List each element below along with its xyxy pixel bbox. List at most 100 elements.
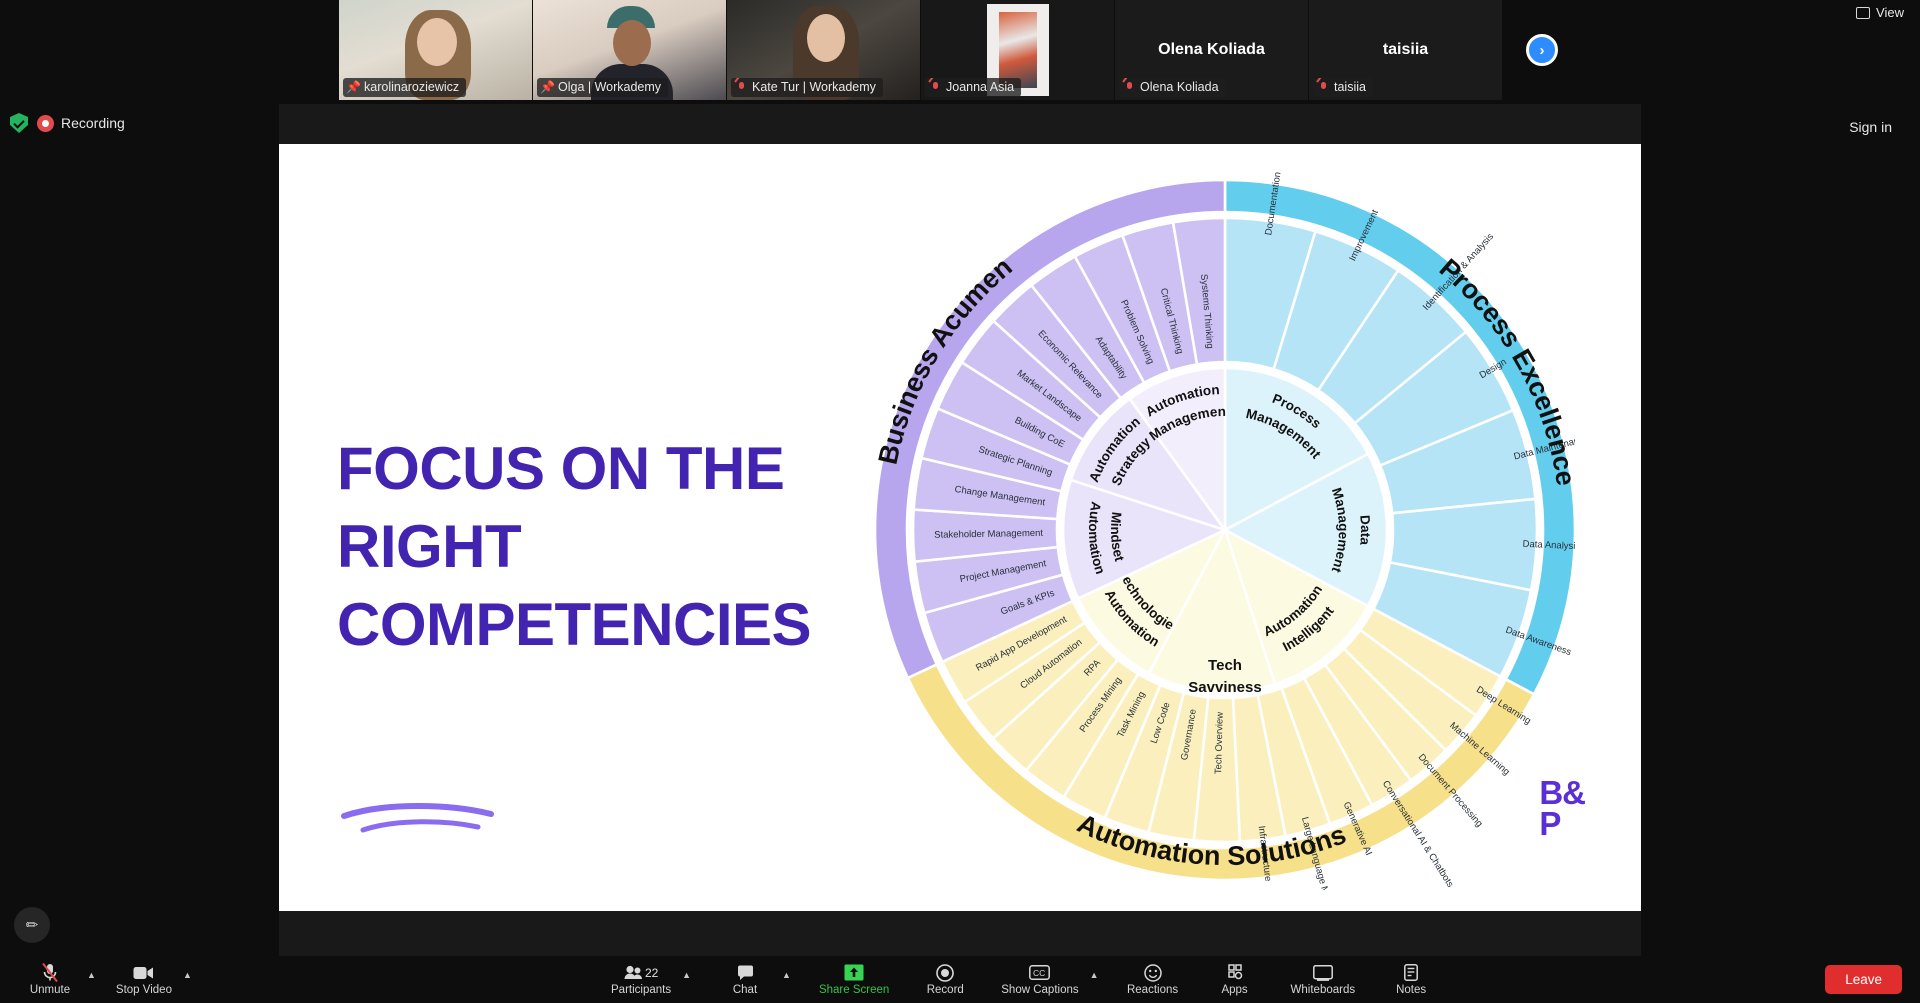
recording-indicator[interactable]: Recording (37, 114, 125, 132)
apps-icon (1226, 963, 1244, 982)
participant-name: Olena Koliada (1140, 80, 1219, 94)
tile-name-label: Joanna Asia (925, 78, 1022, 97)
recording-label: Recording (61, 115, 125, 131)
slide-title: FOCUS ON THE RIGHT COMPETENCIES (337, 430, 897, 664)
unmute-label: Unmute (29, 984, 71, 996)
toolbar-center-controls: 22 Participants ▲ Chat ▲ Share Screen Re… (605, 963, 1443, 996)
share-top-letterbox (279, 104, 1641, 144)
whiteboard-icon (1312, 963, 1333, 982)
meeting-toolbar: Unmute ▲ Stop Video ▲ 22 Participants ▲ … (0, 956, 1920, 1003)
captions-group: CC Show Captions ▲ (995, 963, 1102, 996)
title-underline-decoration (341, 803, 494, 833)
avatar (807, 14, 845, 62)
annotate-pencil-icon[interactable]: ✏ (14, 907, 50, 943)
record-label: Record (926, 984, 964, 996)
view-label: View (1876, 5, 1904, 20)
captions-caret-icon[interactable]: ▲ (1086, 968, 1103, 982)
record-button[interactable]: Record (913, 963, 977, 996)
participant-name: Kate Tur | Workademy (752, 80, 876, 94)
svg-text:22: 22 (645, 966, 658, 980)
whiteboards-button[interactable]: Whiteboards (1285, 963, 1362, 996)
apps-label: Apps (1221, 984, 1248, 996)
share-screen-label: Share Screen (818, 984, 890, 996)
filmstrip-next-button[interactable]: › (1503, 0, 1581, 100)
view-button[interactable]: View (1856, 5, 1904, 20)
apps-button[interactable]: Apps (1203, 963, 1267, 996)
reactions-label: Reactions (1126, 984, 1179, 996)
meeting-status-row: Recording (10, 113, 125, 133)
video-tile-taisiia[interactable]: taisiia taisiia (1309, 0, 1503, 100)
grid-view-icon (1856, 6, 1871, 19)
notes-button[interactable]: Notes (1379, 963, 1443, 996)
video-tile-karolinaroziewicz[interactable]: 📌 karolinaroziewicz (339, 0, 533, 100)
audio-options-caret-icon[interactable]: ▲ (83, 968, 100, 982)
chevron-right-icon[interactable]: › (1526, 34, 1558, 66)
participants-caret-icon[interactable]: ▲ (678, 968, 695, 982)
stop-video-button[interactable]: Stop Video (110, 963, 178, 996)
mic-muted-icon (42, 963, 58, 982)
share-bottom-letterbox (279, 911, 1641, 956)
participant-name: taisiia (1334, 80, 1366, 94)
video-icon (133, 963, 154, 982)
pin-icon: 📌 (346, 80, 361, 94)
mic-muted-icon (930, 81, 941, 94)
title-line-1: FOCUS ON THE (337, 435, 785, 502)
title-line-3: COMPETENCIES (337, 591, 812, 658)
reactions-icon (1143, 963, 1162, 982)
title-line-2: RIGHT (337, 513, 522, 580)
video-options-caret-icon[interactable]: ▲ (179, 968, 196, 982)
toolbar-left-controls: Unmute ▲ Stop Video ▲ (18, 963, 196, 996)
tile-name-label: Kate Tur | Workademy (731, 78, 883, 97)
shared-screen-area: FOCUS ON THE RIGHT COMPETENCIES B& P Doc… (279, 104, 1641, 956)
chat-caret-icon[interactable]: ▲ (778, 968, 795, 982)
chat-button[interactable]: Chat (713, 963, 777, 996)
participant-filmstrip: 📌 karolinaroziewicz 📌 Olga | Workademy K… (0, 0, 1920, 100)
notes-icon (1404, 963, 1419, 982)
mic-muted-icon (1318, 81, 1329, 94)
captions-icon: CC (1029, 963, 1051, 982)
record-icon (936, 963, 955, 982)
show-captions-label: Show Captions (1001, 984, 1079, 996)
notes-label: Notes (1396, 984, 1427, 996)
video-tile-kate-tur[interactable]: Kate Tur | Workademy (727, 0, 921, 100)
reactions-button[interactable]: Reactions (1121, 963, 1185, 996)
unmute-group: Unmute ▲ (18, 963, 100, 996)
svg-text:CC: CC (1033, 968, 1045, 978)
video-tile-olena-koliada[interactable]: Olena Koliada Olena Koliada (1115, 0, 1309, 100)
avatar (613, 20, 651, 66)
mic-muted-icon (1124, 81, 1135, 94)
chat-group: Chat ▲ (713, 963, 795, 996)
participants-button[interactable]: 22 Participants (605, 963, 677, 996)
record-dot-icon (37, 114, 54, 132)
participants-icon: 22 (624, 963, 658, 982)
filmstrip-tiles: 📌 karolinaroziewicz 📌 Olga | Workademy K… (339, 0, 1581, 100)
presentation-slide: FOCUS ON THE RIGHT COMPETENCIES B& P Doc… (279, 144, 1641, 911)
participants-label: Participants (611, 984, 672, 996)
leave-button[interactable]: Leave (1825, 965, 1902, 994)
whiteboards-label: Whiteboards (1290, 984, 1356, 996)
unmute-button[interactable]: Unmute (18, 963, 82, 996)
chat-label: Chat (732, 984, 758, 996)
tile-name-label: taisiia (1313, 78, 1373, 97)
show-captions-button[interactable]: CC Show Captions (995, 963, 1084, 996)
stop-video-group: Stop Video ▲ (110, 963, 196, 996)
share-screen-button[interactable]: Share Screen (813, 963, 895, 996)
stop-video-label: Stop Video (115, 984, 172, 996)
participant-name: karolinaroziewicz (364, 80, 460, 94)
share-screen-icon (844, 963, 864, 982)
video-tile-joanna-asia[interactable]: Joanna Asia (921, 0, 1115, 100)
participants-group: 22 Participants ▲ (605, 963, 695, 996)
tile-name-label: 📌 karolinaroziewicz (343, 78, 467, 97)
competency-wheel: Documentation Improvement Identification &… (875, 160, 1575, 890)
video-tile-olga[interactable]: 📌 Olga | Workademy (533, 0, 727, 100)
pin-icon: 📌 (540, 80, 555, 94)
participant-name: Joanna Asia (946, 80, 1015, 94)
zoom-meeting-window: 📌 karolinaroziewicz 📌 Olga | Workademy K… (0, 0, 1920, 1003)
tile-name-label: Olena Koliada (1119, 78, 1226, 97)
mic-muted-icon (736, 81, 747, 94)
sign-in-button[interactable]: Sign in (1837, 114, 1904, 140)
participant-name: Olga | Workademy (558, 80, 662, 94)
encryption-shield-icon[interactable] (10, 113, 28, 133)
tile-name-label: 📌 Olga | Workademy (537, 78, 669, 97)
avatar (417, 18, 457, 66)
